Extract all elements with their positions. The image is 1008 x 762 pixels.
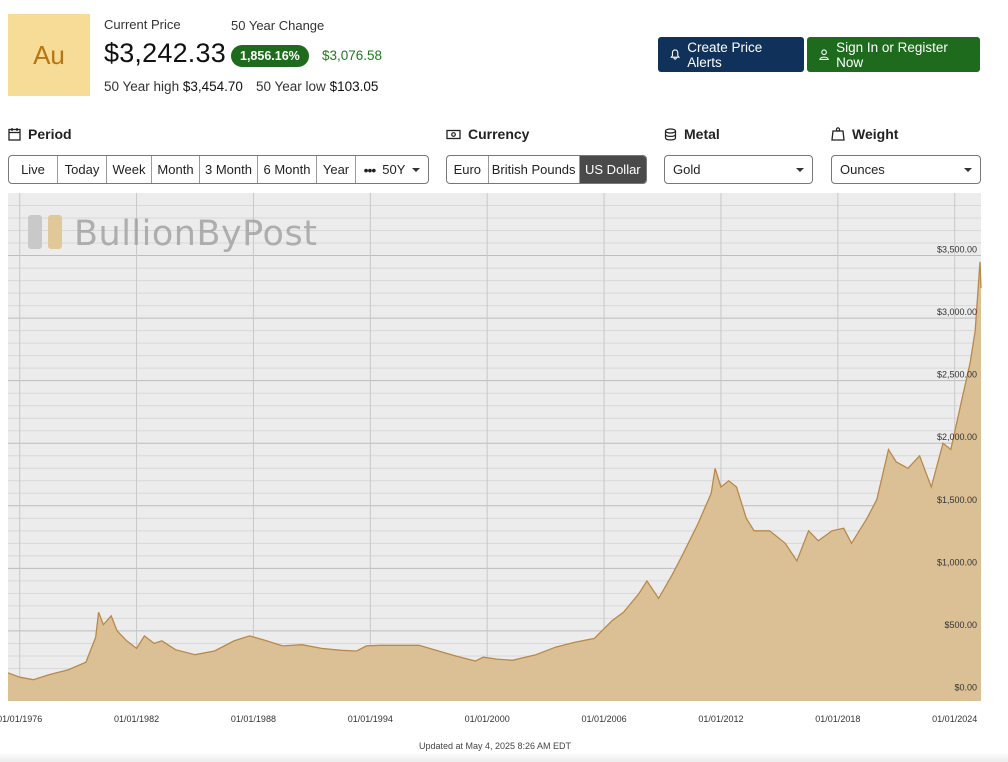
y-tick-label: $1,500.00 xyxy=(937,495,977,505)
currency-title-text: Currency xyxy=(468,126,530,142)
period-year-label: Year xyxy=(322,162,350,177)
period-6-month[interactable]: 6 Month xyxy=(258,156,317,183)
period-today-label: Today xyxy=(64,162,100,177)
change-percent-badge: 1,856.16% xyxy=(231,45,309,67)
y-tick-label: $1,000.00 xyxy=(937,557,977,567)
currency-euro[interactable]: Euro xyxy=(447,156,489,183)
currency-usd[interactable]: US Dollar xyxy=(579,156,646,183)
low-label: 50 Year low xyxy=(256,79,326,94)
currency-title: Currency xyxy=(446,126,529,142)
x-tick-label: 01/01/2012 xyxy=(698,714,743,724)
y-tick-label: $3,500.00 xyxy=(937,245,977,255)
y-tick-label: $0.00 xyxy=(954,682,977,692)
x-tick-label: 01/01/1982 xyxy=(114,714,159,724)
x-tick-label: 01/01/1976 xyxy=(0,714,42,724)
currency-euro-label: Euro xyxy=(453,162,482,177)
x-tick-label: 01/01/1988 xyxy=(231,714,276,724)
weight-select-value: Ounces xyxy=(840,162,885,177)
fifty-year-high: 50 Year high $3,454.70 xyxy=(104,79,243,94)
change-label: 50 Year Change xyxy=(231,18,325,33)
period-title: Period xyxy=(8,126,72,142)
page-bottom-shadow xyxy=(0,752,1008,762)
high-label: 50 Year high xyxy=(104,79,180,94)
change-amount: $3,076.58 xyxy=(322,48,383,63)
low-value: $103.05 xyxy=(329,79,379,94)
current-price-label: Current Price xyxy=(104,17,181,32)
period-week[interactable]: Week xyxy=(107,156,152,183)
currency-gbp-label: British Pounds xyxy=(491,162,576,177)
weight-title-text: Weight xyxy=(852,126,899,142)
y-tick-label: $500.00 xyxy=(944,620,977,630)
weight-title: Weight xyxy=(831,126,898,142)
x-tick-label: 01/01/2018 xyxy=(815,714,860,724)
period-6-month-label: 6 Month xyxy=(263,162,311,177)
period-live-label: Live xyxy=(21,162,45,177)
metal-select-value: Gold xyxy=(673,162,701,177)
currency-usd-label: US Dollar xyxy=(585,162,641,177)
period-50y-label: 50Y xyxy=(382,162,406,177)
period-selector: Live Today Week Month 3 Month 6 Month Ye… xyxy=(8,155,429,184)
bell-icon xyxy=(670,49,680,60)
logo-bar-silver xyxy=(28,215,42,249)
period-year[interactable]: Year xyxy=(317,156,356,183)
sign-in-label: Sign In or Register Now xyxy=(836,39,948,70)
fifty-year-low: 50 Year low $103.05 xyxy=(256,79,378,94)
current-price: $3,242.33 xyxy=(104,38,226,68)
chevron-down-icon xyxy=(796,168,804,172)
metal-symbol: Au xyxy=(8,14,90,96)
sign-in-button[interactable]: Sign In or Register Now xyxy=(807,37,980,72)
metal-select[interactable]: Gold xyxy=(664,155,813,184)
price-chart-svg: BullionByPost $0.00 $500.00 $1,000.00 $1,500… xyxy=(0,193,982,724)
x-tick-label: 01/01/2006 xyxy=(582,714,627,724)
currency-gbp[interactable]: British Pounds xyxy=(489,156,580,183)
y-tick-label: $2,000.00 xyxy=(937,432,977,442)
user-icon xyxy=(819,49,829,60)
currency-selector: Euro British Pounds US Dollar xyxy=(446,155,647,184)
price-chart[interactable]: BullionByPost $0.00 $500.00 $1,000.00 $1,500… xyxy=(0,193,982,724)
banknote-icon xyxy=(446,129,461,139)
period-month-label: Month xyxy=(157,162,194,177)
period-more-dropdown[interactable]: ••• 50Y xyxy=(356,156,428,183)
scale-icon xyxy=(831,127,845,141)
period-3-month-label: 3 Month xyxy=(205,162,252,177)
create-price-alerts-button[interactable]: Create Price Alerts xyxy=(658,37,804,72)
metal-title: Metal xyxy=(664,126,720,142)
period-week-label: Week xyxy=(112,162,146,177)
bullionbypost-watermark: BullionByPost xyxy=(74,214,317,254)
weight-select[interactable]: Ounces xyxy=(831,155,981,184)
y-tick-label: $3,000.00 xyxy=(937,307,977,317)
y-tick-label: $2,500.00 xyxy=(937,370,977,380)
calendar-icon xyxy=(8,128,21,141)
high-value: $3,454.70 xyxy=(182,79,243,94)
period-title-text: Period xyxy=(28,126,72,142)
x-tick-label: 01/01/2024 xyxy=(932,714,977,724)
x-tick-label: 01/01/2000 xyxy=(465,714,510,724)
chevron-down-icon xyxy=(964,168,972,172)
metal-symbol-text: Au xyxy=(33,39,65,70)
updated-timestamp: Updated at May 4, 2025 8:26 AM EDT xyxy=(418,741,572,751)
period-3-month[interactable]: 3 Month xyxy=(200,156,258,183)
chevron-down-icon xyxy=(412,167,421,172)
create-price-alerts-label: Create Price Alerts xyxy=(687,39,763,70)
period-live[interactable]: Live xyxy=(9,156,58,183)
metal-title-text: Metal xyxy=(684,126,720,142)
more-dots-icon: ••• xyxy=(363,161,377,178)
period-month[interactable]: Month xyxy=(152,156,200,183)
period-today[interactable]: Today xyxy=(58,156,107,183)
coins-icon xyxy=(664,127,677,140)
logo-bar-gold xyxy=(48,215,62,249)
x-tick-label: 01/01/1994 xyxy=(348,714,393,724)
